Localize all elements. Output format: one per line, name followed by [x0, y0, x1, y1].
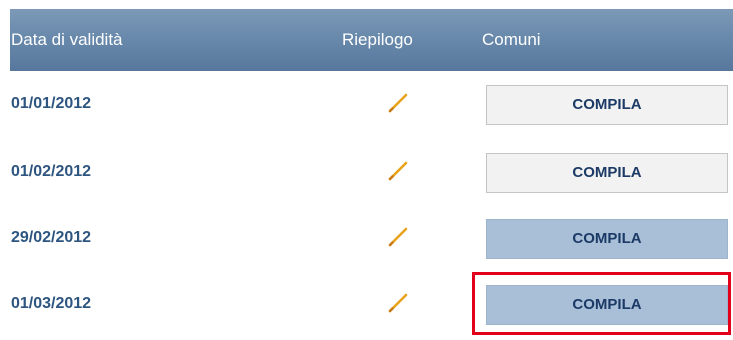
pencil-icon[interactable] — [387, 292, 409, 314]
header-riepilogo: Riepilogo — [342, 30, 413, 49]
validity-date: 01/02/2012 — [11, 163, 92, 180]
table-row: 29/02/2012 COMPILA — [10, 205, 733, 271]
compila-button[interactable]: COMPILA — [486, 219, 728, 259]
pencil-icon[interactable] — [387, 92, 409, 114]
header-date: Data di validità — [11, 30, 123, 49]
validity-date: 01/01/2012 — [11, 95, 92, 112]
compila-button[interactable]: COMPILA — [486, 85, 728, 125]
table-row: 01/02/2012 COMPILA — [10, 139, 733, 205]
table-row: 01/01/2012 COMPILA — [10, 71, 733, 137]
header-comuni: Comuni — [482, 30, 541, 49]
pencil-icon[interactable] — [387, 160, 409, 182]
validity-table: Data di validità Riepilogo Comuni 01/01/… — [0, 0, 733, 340]
validity-date: 01/03/2012 — [11, 295, 92, 312]
validity-date: 29/02/2012 — [11, 229, 92, 246]
table-row: 01/03/2012 COMPILA — [10, 271, 733, 337]
pencil-icon[interactable] — [387, 226, 409, 248]
table-header: Data di validità Riepilogo Comuni — [10, 9, 733, 71]
compila-button[interactable]: COMPILA — [486, 285, 728, 325]
compila-button[interactable]: COMPILA — [486, 153, 728, 193]
